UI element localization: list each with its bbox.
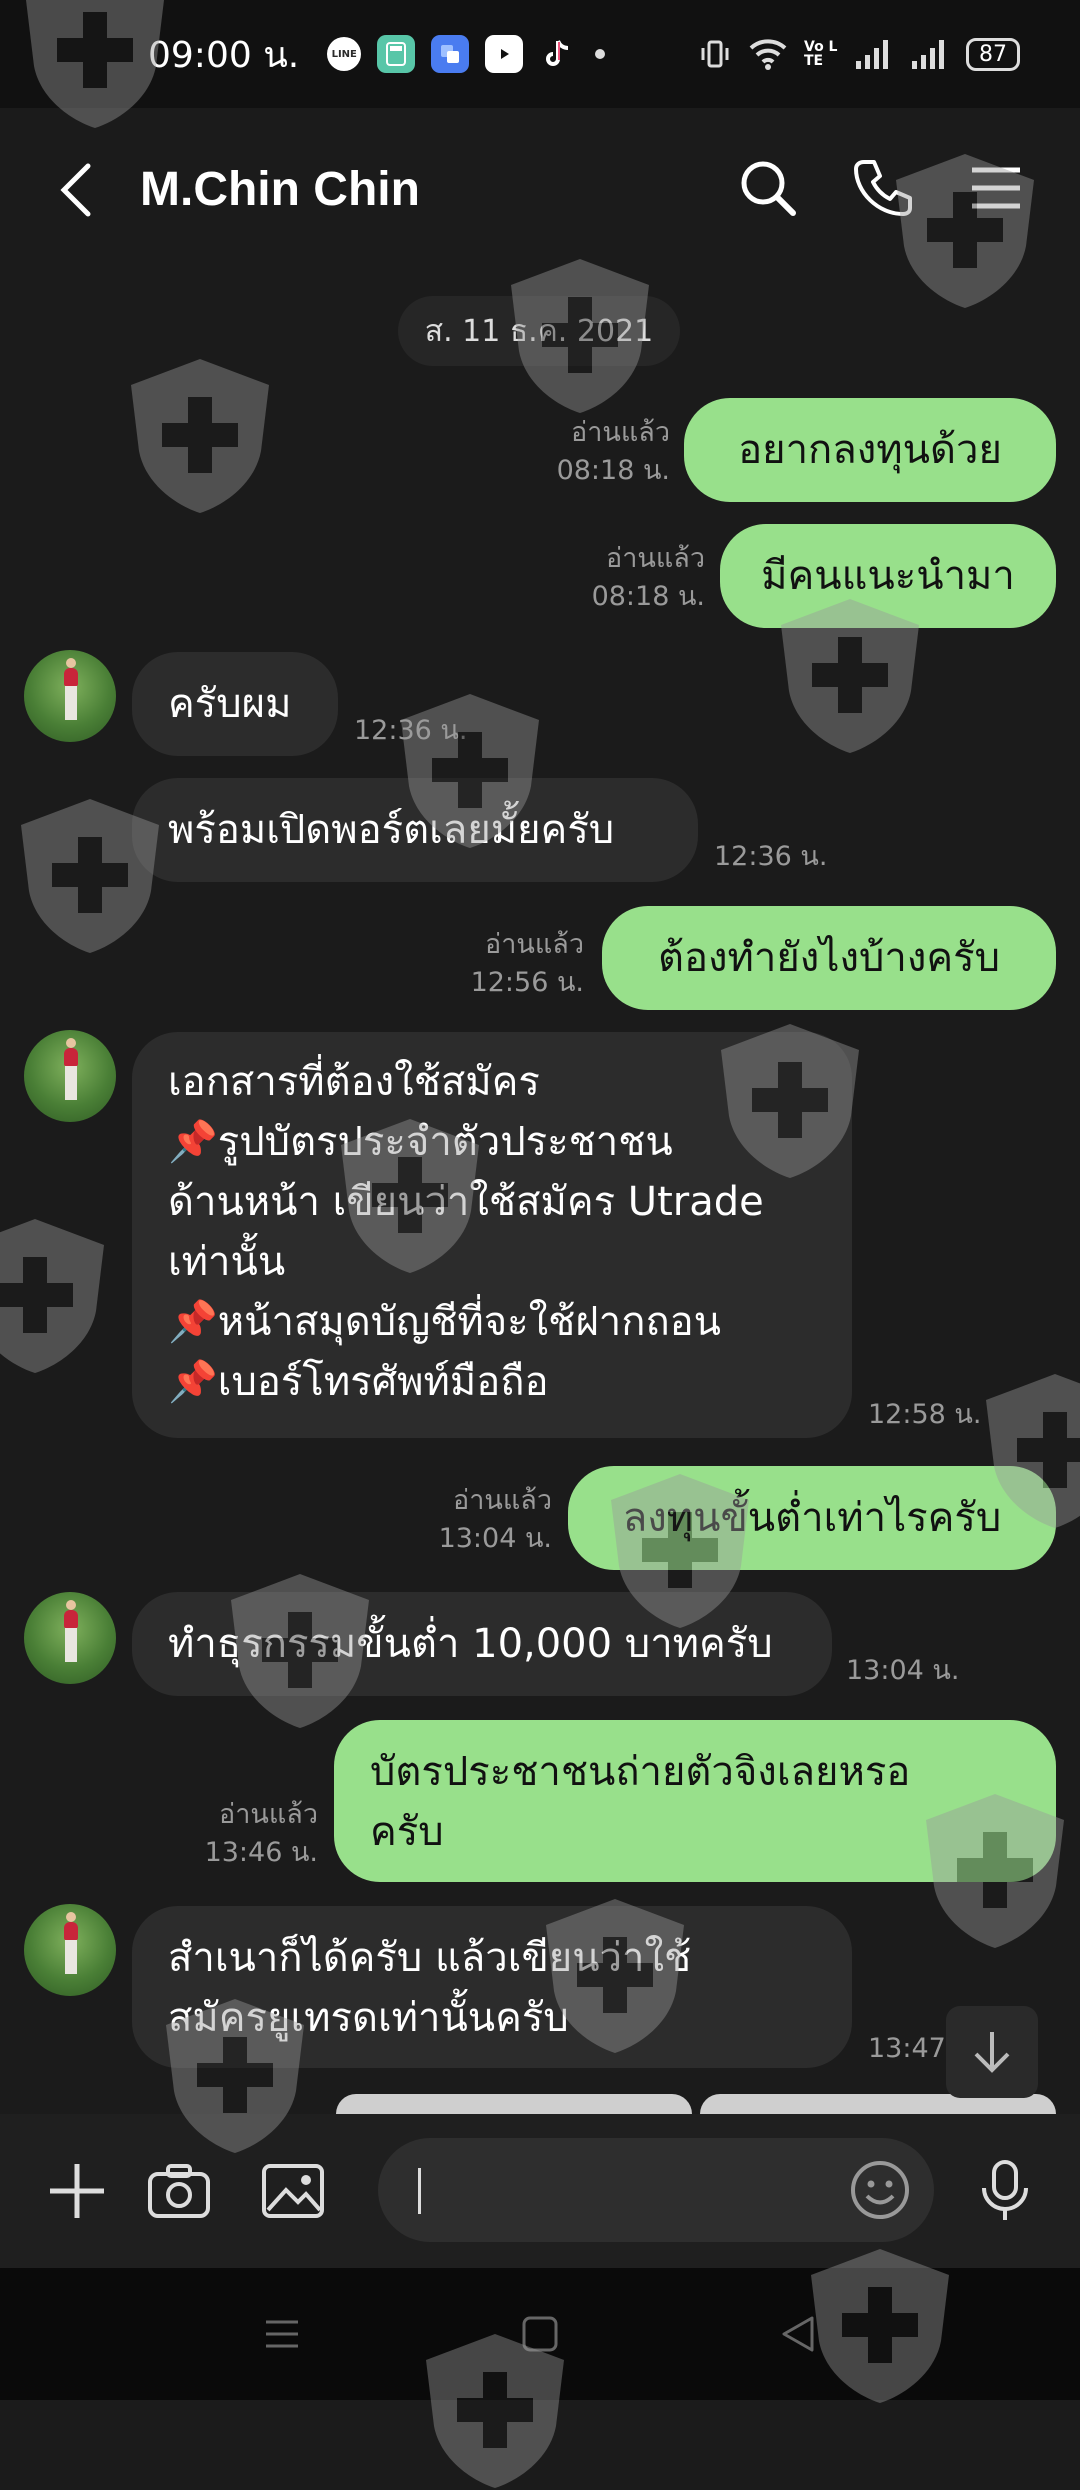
microphone-icon[interactable] [972,2158,1038,2224]
chat-area[interactable]: ส. 11 ธ.ค. 2021 อ่านแล้ว 08:18 น. อยากลง… [0,274,1080,2114]
vibrate-icon [701,40,729,68]
message-line: เท่านั้น [168,1239,286,1285]
outgoing-message[interactable]: ต้องทำยังไงบ้างครับ [602,906,1056,1010]
back-icon[interactable] [774,2310,822,2358]
contact-name[interactable]: M.Chin Chin [140,162,420,217]
signal-icon-2 [912,40,944,69]
more-notifications-dot [595,49,606,59]
status-bar: 09:00 น. LINE Vo LTE 87 [0,0,1080,108]
incoming-message[interactable]: สำเนาก็ได้ครับ แล้วเขียนว่าใช้ สมัครยูเท… [132,1906,852,2068]
status-time: 09:00 น. [148,34,300,76]
phone-icon[interactable] [850,156,914,220]
avatar[interactable] [24,1904,116,1996]
message-line: เอกสารที่ต้องใช้สมัคร [168,1059,540,1105]
incoming-message[interactable]: พร้อมเปิดพอร์ตเลยมั้ยครับ [132,778,698,882]
plus-icon[interactable] [44,2158,110,2224]
message-time: 08:18 น. [591,581,705,612]
read-receipt: อ่านแล้ว [453,1485,552,1516]
message-line: บัตรประชาชนถ่ายตัวจิงเลยหรอ [370,1749,911,1795]
read-receipt: อ่านแล้ว [571,417,670,448]
outgoing-message[interactable]: บัตรประชาชนถ่ายตัวจิงเลยหรอ ครับ [334,1720,1056,1882]
message-input[interactable] [432,2158,816,2224]
message-meta: อ่านแล้ว 12:56 น. [434,926,584,1002]
message-line: 📌เบอร์โทรศัพท์มือถือ [168,1359,549,1405]
message-line: 📌หน้าสมุดบัญชีที่จะใช้ฝากถอน [168,1299,722,1345]
image-preview[interactable] [336,2094,692,2114]
message-time: 13:46 น. [204,1837,318,1868]
avatar[interactable] [24,1592,116,1684]
message-line: สำเนาก็ได้ครับ แล้วเขียนว่าใช้ [168,1935,692,1981]
home-icon[interactable] [516,2310,564,2358]
avatar[interactable] [24,1030,116,1122]
message-time: 12:36 น. [354,715,468,746]
message-input-box[interactable] [378,2138,934,2242]
read-receipt: อ่านแล้ว [219,1799,318,1830]
message-time: 12:56 น. [470,967,584,998]
emoji-icon[interactable] [848,2158,912,2222]
outgoing-message[interactable]: อยากลงทุนด้วย [684,398,1056,502]
system-indicators: Vo LTE 87 [698,37,1020,71]
image-icon[interactable] [260,2158,326,2224]
text-cursor [418,2168,421,2214]
message-meta: อ่านแล้ว 13:46 น. [168,1796,318,1872]
message-time: 12:36 น. [714,841,828,872]
message-time: 12:58 น. [868,1399,982,1430]
message-time: 08:18 น. [556,455,670,486]
outgoing-message[interactable]: ลงทุนขั้นต่ำเท่าไรครับ [568,1466,1056,1570]
search-icon[interactable] [736,156,800,220]
youtube-app-icon [485,35,524,73]
incoming-message[interactable]: ทำธุรกรรมขั้นต่ำ 10,000 บาทครับ [132,1592,832,1696]
incoming-message[interactable]: ครับผม [132,652,338,756]
message-line: ด้านหน้า เขียนว่าใช้สมัคร Utrade [168,1179,764,1225]
read-receipt: อ่านแล้ว [606,543,705,574]
scroll-to-bottom-button[interactable] [946,2006,1038,2098]
outgoing-message[interactable]: มีคนแนะนำมา [720,524,1056,628]
message-line: ครับ [370,1809,444,1855]
tiktok-app-icon [539,35,577,73]
date-separator: ส. 11 ธ.ค. 2021 [398,296,680,366]
read-receipt: อ่านแล้ว [485,929,584,960]
incoming-message[interactable]: เอกสารที่ต้องใช้สมัคร 📌รูปบัตรประจำตัวปร… [132,1032,852,1438]
message-composer [0,2114,1080,2268]
calculator-app-icon [377,35,416,73]
avatar[interactable] [24,650,116,742]
volte-indicator: Vo LTE [804,39,838,69]
notification-icons: LINE [327,35,577,73]
message-time: 13:04 น. [846,1655,960,1686]
line-app-icon: LINE [327,37,362,71]
message-line: 📌รูปบัตรประจำตัวประชาชน [168,1119,673,1165]
camera-icon[interactable] [146,2158,212,2224]
system-navigation-bar [0,2268,1080,2400]
message-meta: อ่านแล้ว 08:18 น. [520,414,670,490]
menu-icon[interactable] [964,156,1028,220]
message-line: สมัครยูเทรดเท่านั้นครับ [168,1995,569,2041]
message-meta: อ่านแล้ว 13:04 น. [402,1482,552,1558]
recents-icon[interactable] [258,2310,306,2358]
signal-icon-1 [856,40,888,69]
message-meta: อ่านแล้ว 08:18 น. [555,540,705,616]
battery-indicator: 87 [966,37,1020,71]
back-arrow-icon[interactable] [56,160,96,220]
google-app-icon [431,35,470,73]
message-time: 13:04 น. [438,1523,552,1554]
chat-header: M.Chin Chin [0,108,1080,274]
arrow-down-icon [974,2032,1010,2073]
wifi-icon [749,39,787,70]
